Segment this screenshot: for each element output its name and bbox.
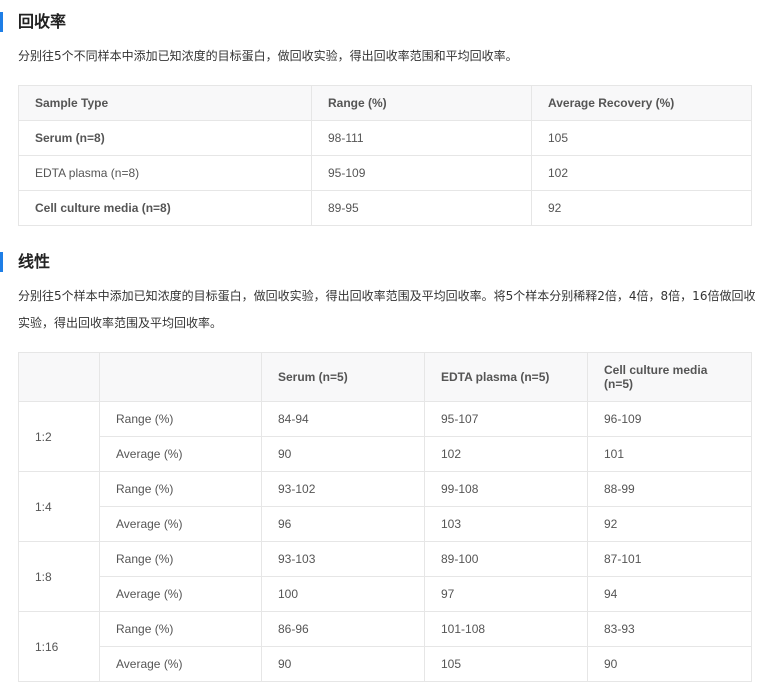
serum-range-cell: 86-96 bbox=[261, 611, 425, 647]
ccm-average-cell: 101 bbox=[587, 436, 752, 472]
linearity-section-title: 线性 bbox=[0, 252, 50, 272]
average-cell: 92 bbox=[531, 190, 752, 226]
linearity-description: 分别往5个样本中添加已知浓度的目标蛋白，做回收实验，得出回收率范围及平均回收率。… bbox=[18, 289, 756, 330]
edta-range-cell: 99-108 bbox=[424, 471, 588, 507]
header-metric bbox=[99, 352, 262, 402]
edta-average-cell: 105 bbox=[424, 646, 588, 682]
metric-label-cell: Average (%) bbox=[99, 506, 262, 542]
linearity-table: Serum (n=5) EDTA plasma (n=5) Cell cultu… bbox=[18, 352, 752, 682]
range-cell: 98-111 bbox=[311, 120, 532, 156]
edta-range-cell: 95-107 bbox=[424, 401, 588, 437]
recovery-table: Sample Type Range (%) Average Recovery (… bbox=[18, 85, 752, 226]
table-row: Average (%) 90 105 90 bbox=[19, 646, 752, 682]
table-row: Average (%) 96 103 92 bbox=[19, 506, 752, 542]
range-cell: 95-109 bbox=[311, 155, 532, 191]
sample-type-cell: Cell culture media (n=8) bbox=[18, 190, 312, 226]
table-row: Serum (n=8) 98-111 105 bbox=[18, 120, 752, 156]
serum-average-cell: 100 bbox=[261, 576, 425, 612]
serum-average-cell: 96 bbox=[261, 506, 425, 542]
metric-label-cell: Average (%) bbox=[99, 436, 262, 472]
sample-type-cell: Serum (n=8) bbox=[18, 120, 312, 156]
metric-label-cell: Average (%) bbox=[99, 576, 262, 612]
serum-range-cell: 93-103 bbox=[261, 541, 425, 577]
table-row: 1:2 Range (%) 84-94 95-107 96-109 bbox=[18, 401, 752, 472]
edta-average-cell: 97 bbox=[424, 576, 588, 612]
linearity-table-header: Serum (n=5) EDTA plasma (n=5) Cell cultu… bbox=[18, 352, 752, 402]
header-sample-type: Sample Type bbox=[18, 85, 312, 121]
metric-label-cell: Average (%) bbox=[99, 646, 262, 682]
dilution-cell: 1:4 bbox=[18, 471, 100, 542]
serum-average-cell: 90 bbox=[261, 646, 425, 682]
header-dilution bbox=[18, 352, 100, 402]
dilution-cell: 1:2 bbox=[18, 401, 100, 472]
dilution-cell: 1:16 bbox=[18, 611, 100, 682]
range-cell: 89-95 bbox=[311, 190, 532, 226]
edta-range-cell: 89-100 bbox=[424, 541, 588, 577]
ccm-average-cell: 94 bbox=[587, 576, 752, 612]
recovery-table-header: Sample Type Range (%) Average Recovery (… bbox=[18, 85, 752, 121]
table-row: 1:16 Range (%) 86-96 101-108 83-93 bbox=[18, 611, 752, 682]
serum-range-cell: 93-102 bbox=[261, 471, 425, 507]
serum-range-cell: 84-94 bbox=[261, 401, 425, 437]
table-row: Cell culture media (n=8) 89-95 92 bbox=[18, 190, 752, 226]
edta-average-cell: 103 bbox=[424, 506, 588, 542]
ccm-average-cell: 90 bbox=[587, 646, 752, 682]
header-cell-culture-media: Cell culture media (n=5) bbox=[587, 352, 752, 402]
table-row: 1:4 Range (%) 93-102 99-108 88-99 bbox=[18, 471, 752, 542]
header-range: Range (%) bbox=[311, 85, 532, 121]
metric-label-cell: Range (%) bbox=[99, 471, 262, 507]
table-row: EDTA plasma (n=8) 95-109 102 bbox=[18, 155, 752, 191]
recovery-section-title: 回收率 bbox=[0, 12, 66, 32]
table-row: 1:8 Range (%) 93-103 89-100 87-101 bbox=[18, 541, 752, 612]
sample-type-cell: EDTA plasma (n=8) bbox=[18, 155, 312, 191]
table-row: Average (%) 90 102 101 bbox=[19, 436, 752, 472]
metric-label-cell: Range (%) bbox=[99, 401, 262, 437]
dilution-cell: 1:8 bbox=[18, 541, 100, 612]
recovery-description: 分别往5个不同样本中添加已知浓度的目标蛋白，做回收实验，得出回收率范围和平均回收… bbox=[18, 49, 518, 63]
header-edta-plasma: EDTA plasma (n=5) bbox=[424, 352, 588, 402]
header-average-recovery: Average Recovery (%) bbox=[531, 85, 752, 121]
table-row: Average (%) 100 97 94 bbox=[19, 576, 752, 612]
edta-range-cell: 101-108 bbox=[424, 611, 588, 647]
ccm-range-cell: 96-109 bbox=[587, 401, 752, 437]
ccm-range-cell: 88-99 bbox=[587, 471, 752, 507]
serum-average-cell: 90 bbox=[261, 436, 425, 472]
average-cell: 102 bbox=[531, 155, 752, 191]
ccm-range-cell: 83-93 bbox=[587, 611, 752, 647]
ccm-average-cell: 92 bbox=[587, 506, 752, 542]
metric-label-cell: Range (%) bbox=[99, 611, 262, 647]
average-cell: 105 bbox=[531, 120, 752, 156]
metric-label-cell: Range (%) bbox=[99, 541, 262, 577]
ccm-range-cell: 87-101 bbox=[587, 541, 752, 577]
header-serum: Serum (n=5) bbox=[261, 352, 425, 402]
edta-average-cell: 102 bbox=[424, 436, 588, 472]
